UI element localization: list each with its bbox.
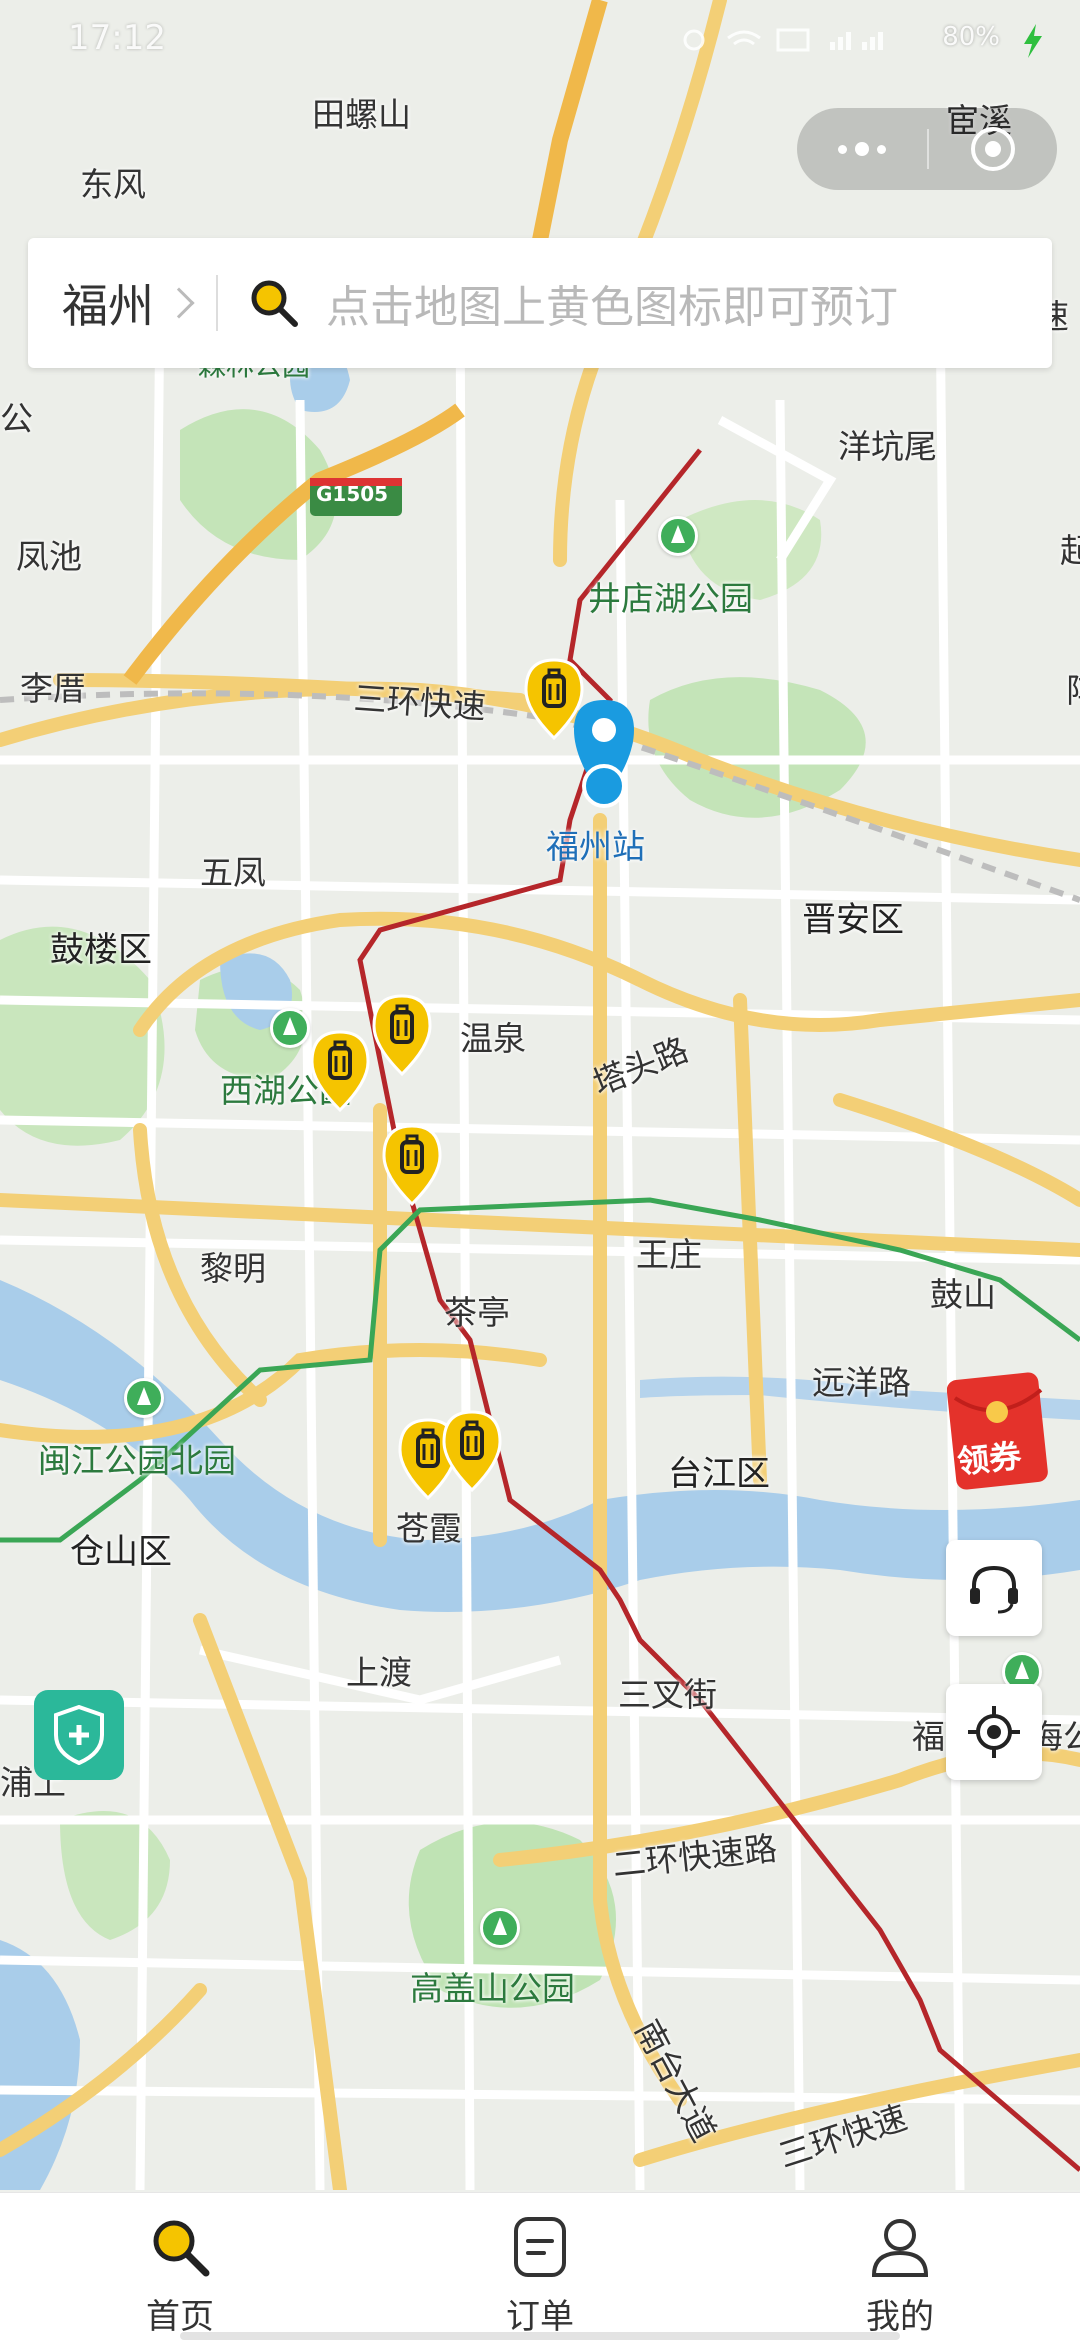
map-label: 井店湖公园 bbox=[588, 579, 753, 618]
home-indicator bbox=[180, 2332, 900, 2340]
shield-plus-icon bbox=[54, 1705, 104, 1765]
charging-icon bbox=[1024, 24, 1042, 58]
map-label: 苍霞 bbox=[396, 1509, 462, 1548]
map-label: 起 bbox=[1060, 531, 1080, 570]
map-label: 温泉 bbox=[460, 1019, 526, 1058]
tab-label: 首页 bbox=[146, 2297, 214, 2337]
search-bar[interactable]: 福州 点击地图上黄色图标即可预订 bbox=[28, 238, 1052, 368]
search-icon bbox=[146, 2213, 214, 2281]
chevron-right-icon[interactable] bbox=[163, 287, 195, 319]
map-label: 田螺山 bbox=[312, 95, 411, 134]
close-target-icon[interactable] bbox=[929, 108, 1057, 190]
capsule-menu[interactable] bbox=[797, 108, 1057, 190]
customer-service-button[interactable] bbox=[946, 1540, 1042, 1636]
locate-button[interactable] bbox=[946, 1684, 1042, 1780]
map-label: 台江区 bbox=[668, 1454, 770, 1494]
battery-level: 80% bbox=[942, 22, 1000, 52]
map-label: 黎明 bbox=[200, 1249, 266, 1288]
map-label: 鼓楼区 bbox=[50, 930, 152, 970]
status-bar: 17:12 80% bbox=[0, 0, 1080, 80]
tab-label: 我的 bbox=[866, 2297, 934, 2337]
headset-icon bbox=[970, 1565, 1018, 1614]
map-label: 仓山区 bbox=[70, 1532, 172, 1572]
map-label: 三环快速 bbox=[352, 678, 488, 727]
search-input[interactable]: 点击地图上黄色图标即可预订 bbox=[326, 271, 898, 335]
map-label: 五凤 bbox=[200, 853, 266, 892]
map-label: 三叉街 bbox=[618, 1675, 717, 1714]
map-label: 福 bbox=[912, 1717, 945, 1756]
coupon-button[interactable]: 领券 bbox=[946, 1368, 1053, 1492]
map-label: 茶亭 bbox=[444, 1293, 510, 1332]
park-icon bbox=[270, 1008, 310, 1048]
safety-button[interactable] bbox=[34, 1690, 124, 1780]
map-label: 高盖山公园 bbox=[410, 1969, 575, 2008]
locker-marker[interactable] bbox=[370, 994, 434, 1077]
map-label: 东风 bbox=[80, 165, 146, 204]
city-selector[interactable]: 福州 bbox=[62, 270, 154, 336]
luggage-icon bbox=[382, 1124, 442, 1207]
status-time: 17:12 bbox=[68, 18, 166, 58]
search-icon bbox=[248, 277, 300, 329]
search-divider bbox=[216, 275, 218, 331]
order-icon bbox=[506, 2213, 574, 2281]
map-label: 晋安区 bbox=[802, 900, 904, 940]
tab-orders[interactable]: 订单 bbox=[360, 2193, 720, 2340]
park-icon bbox=[480, 1908, 520, 1948]
map-label: 阵 bbox=[1066, 664, 1080, 712]
profile-icon bbox=[866, 2213, 934, 2281]
park-icon bbox=[124, 1378, 164, 1418]
map-label: 洋坑尾 bbox=[838, 427, 937, 466]
locker-marker[interactable] bbox=[308, 1030, 372, 1113]
road-badge: G1505 bbox=[316, 482, 389, 506]
map-label: 鼓山 bbox=[930, 1275, 996, 1314]
locker-marker[interactable] bbox=[440, 1410, 504, 1493]
luggage-icon bbox=[372, 994, 432, 1077]
luggage-icon bbox=[524, 658, 584, 741]
locker-marker[interactable] bbox=[380, 1124, 444, 1207]
map-label: 远洋路 bbox=[812, 1363, 911, 1402]
tab-home[interactable]: 首页 bbox=[0, 2193, 360, 2340]
tab-bar: 首页 订单 我的 bbox=[0, 2192, 1080, 2340]
tab-profile[interactable]: 我的 bbox=[720, 2193, 1080, 2340]
luggage-icon bbox=[442, 1410, 502, 1493]
map-label: 凤池 bbox=[16, 537, 82, 576]
map-label: 王庄 bbox=[636, 1235, 702, 1274]
map-label: 上渡 bbox=[346, 1653, 412, 1692]
locate-icon bbox=[968, 1706, 1020, 1758]
map-label: 李厝 bbox=[20, 669, 86, 708]
tab-label: 订单 bbox=[506, 2297, 574, 2337]
coupon-label: 领券 bbox=[955, 1436, 1024, 1482]
map-label: 福州站 bbox=[546, 827, 645, 866]
luggage-icon bbox=[310, 1030, 370, 1113]
signal-icons bbox=[683, 28, 883, 52]
locker-marker[interactable] bbox=[522, 658, 586, 741]
map-label: 公 bbox=[0, 399, 33, 438]
park-icon bbox=[658, 516, 698, 556]
more-dots-icon[interactable] bbox=[797, 108, 927, 190]
map-label: 闽江公园北园 bbox=[38, 1441, 236, 1480]
